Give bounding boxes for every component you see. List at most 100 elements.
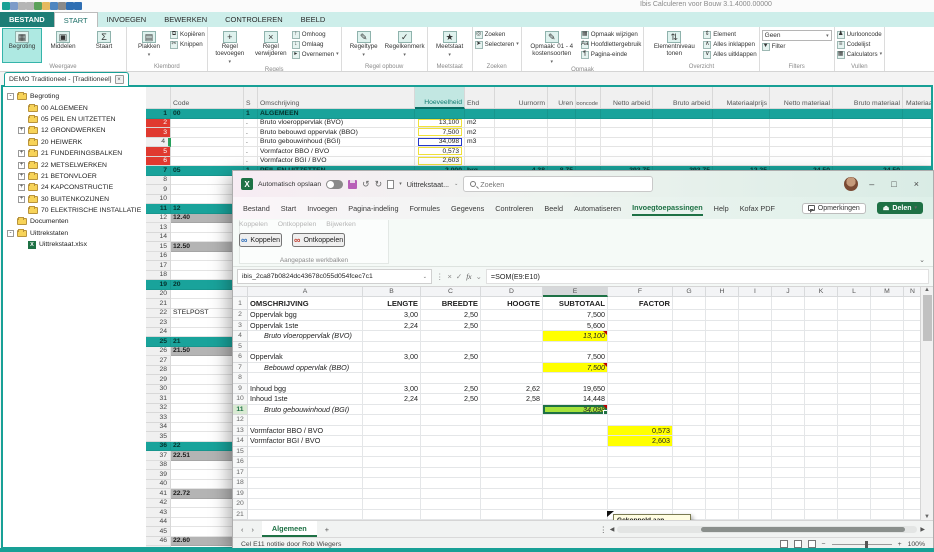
cell-I9[interactable]	[739, 384, 772, 395]
grid-cell[interactable]	[495, 109, 548, 119]
column-header-uren[interactable]: Uren	[548, 87, 576, 109]
grid-row-number[interactable]: 13	[146, 223, 171, 233]
grid-row-number[interactable]: 46	[146, 537, 171, 547]
grid-cell[interactable]	[770, 109, 833, 119]
grid-cell[interactable]	[833, 109, 903, 119]
cell-L14[interactable]	[838, 436, 871, 447]
cell-L3[interactable]	[838, 321, 871, 332]
cell-M8[interactable]	[871, 373, 904, 384]
cell-D7[interactable]	[481, 363, 543, 374]
grid-cell[interactable]: 7,500	[415, 128, 465, 138]
cell-G3[interactable]	[673, 321, 706, 332]
grid-cell[interactable]	[770, 157, 833, 167]
excel-tab-invoegen[interactable]: Invoegen	[307, 202, 337, 215]
cell-C14[interactable]	[421, 436, 481, 447]
cell-E10[interactable]: 14,448	[543, 394, 608, 405]
cell-M3[interactable]	[871, 321, 904, 332]
grid-cell[interactable]	[653, 128, 713, 138]
cell-J7[interactable]	[772, 363, 805, 374]
cell-H4[interactable]	[706, 331, 739, 342]
tab-controleren[interactable]: CONTROLEREN	[216, 12, 292, 27]
grid-cell[interactable]	[833, 119, 903, 129]
row-header-9[interactable]: 9	[233, 384, 248, 395]
tree-item-22-metselwerken[interactable]: +22 METSELWERKEN	[3, 159, 146, 170]
tab-bewerken[interactable]: BEWERKEN	[155, 12, 216, 27]
cell-M10[interactable]	[871, 394, 904, 405]
grid-cell[interactable]	[833, 157, 903, 167]
cell-L13[interactable]	[838, 426, 871, 437]
button-hoofdlettergebruik[interactable]: AaHoofdlettergebruik	[581, 40, 642, 49]
grid-cell[interactable]: .	[244, 157, 258, 167]
grid-cell[interactable]	[171, 147, 244, 157]
cell-G9[interactable]	[673, 384, 706, 395]
grid-cell[interactable]	[903, 109, 931, 119]
cell-L6[interactable]	[838, 352, 871, 363]
cell-K9[interactable]	[805, 384, 838, 395]
scroll-right-icon[interactable]: ▶	[920, 526, 925, 533]
cell-H16[interactable]	[706, 457, 739, 468]
filter-select[interactable]: Geen▾	[762, 30, 832, 41]
cell-H21[interactable]	[706, 510, 739, 521]
excel-tab-help[interactable]: Help	[714, 202, 729, 215]
column-header-C[interactable]: C	[421, 287, 481, 297]
cell-H2[interactable]	[706, 310, 739, 321]
tree-item-70-elektrische-installatie[interactable]: 70 ELEKTRISCHE INSTALLATIE	[3, 205, 146, 216]
cell-A16[interactable]	[248, 457, 363, 468]
cell-J4[interactable]	[772, 331, 805, 342]
column-header-D[interactable]: D	[481, 287, 543, 297]
column-header-hoeveelheid[interactable]: Hoeveelheid	[415, 87, 465, 109]
row-header-21[interactable]: 21	[233, 510, 248, 521]
cell-G7[interactable]	[673, 363, 706, 374]
cell-H15[interactable]	[706, 447, 739, 458]
button-meetstaat[interactable]: ★Meetstaat▾	[430, 28, 470, 63]
save-icon[interactable]	[348, 180, 357, 189]
cell-E3[interactable]: 5,600	[543, 321, 608, 332]
cell-I20[interactable]	[739, 499, 772, 510]
grid-cell[interactable]	[576, 157, 601, 167]
grid-cell[interactable]: m3	[465, 138, 495, 148]
cell-A7[interactable]: Bebouwd oppervlak (BBO)	[248, 363, 363, 374]
expander-icon[interactable]: +	[18, 173, 25, 180]
cell-E4[interactable]: 13,100	[543, 331, 608, 342]
button-opmaak-wijzigen[interactable]: ▦Opmaak wijzigen	[581, 30, 642, 39]
grid-cell[interactable]: 34,098	[415, 138, 465, 148]
column-header-uurlooncode[interactable]: Uurlooncode	[576, 87, 601, 109]
cell-D3[interactable]	[481, 321, 543, 332]
cell-G13[interactable]	[673, 426, 706, 437]
cell-C17[interactable]	[421, 468, 481, 479]
insert-function-icon[interactable]: fx	[466, 272, 471, 281]
row-header-19[interactable]: 19	[233, 489, 248, 500]
grid-cell[interactable]	[601, 128, 653, 138]
cell-I4[interactable]	[739, 331, 772, 342]
grid-cell[interactable]: .	[244, 128, 258, 138]
grid-cell[interactable]	[653, 119, 713, 129]
grid-row-number[interactable]: 45	[146, 527, 171, 537]
cell-F4[interactable]	[608, 331, 673, 342]
cell-A5[interactable]	[248, 342, 363, 353]
button-omlaag[interactable]: ↓Omlaag	[292, 40, 339, 49]
cell-K5[interactable]	[805, 342, 838, 353]
cell-H14[interactable]	[706, 436, 739, 447]
cell-K21[interactable]	[805, 510, 838, 521]
row-header-12[interactable]: 12	[233, 415, 248, 426]
cell-E14[interactable]	[543, 436, 608, 447]
cell-F13[interactable]: 0,573	[608, 426, 673, 437]
cell-D8[interactable]	[481, 373, 543, 384]
cell-C10[interactable]: 2,50	[421, 394, 481, 405]
page-break-view-icon[interactable]	[808, 540, 816, 548]
sheet-tab-algemeen[interactable]: Algemeen	[262, 521, 317, 537]
row-header-13[interactable]: 13	[233, 426, 248, 437]
cell-D2[interactable]	[481, 310, 543, 321]
cell-J21[interactable]	[772, 510, 805, 521]
button-begroting[interactable]: ▦Begroting	[2, 28, 42, 63]
grid-cell[interactable]	[576, 128, 601, 138]
cell-M9[interactable]	[871, 384, 904, 395]
cell-D21[interactable]	[481, 510, 543, 521]
cell-H13[interactable]	[706, 426, 739, 437]
cell-E8[interactable]	[543, 373, 608, 384]
zoom-slider[interactable]	[832, 544, 892, 545]
cell-D20[interactable]	[481, 499, 543, 510]
cell-B10[interactable]: 2,24	[363, 394, 421, 405]
cell-M17[interactable]	[871, 468, 904, 479]
cell-H19[interactable]	[706, 489, 739, 500]
